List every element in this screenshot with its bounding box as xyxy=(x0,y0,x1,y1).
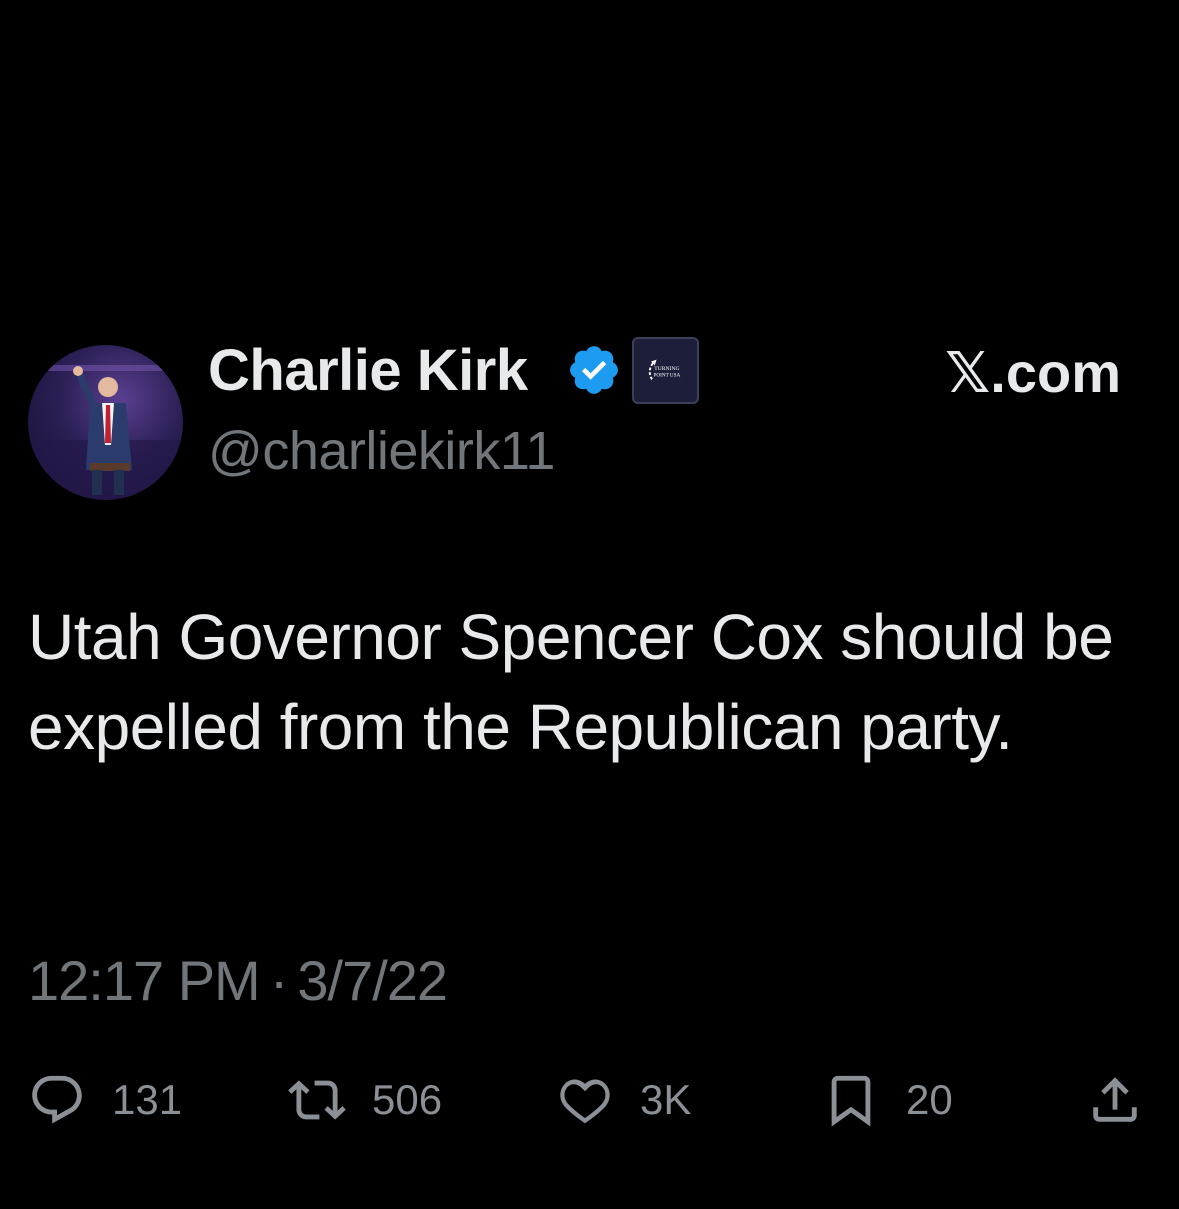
svg-text:TURNING: TURNING xyxy=(654,366,679,372)
tweet-card: Charlie Kirk TURNING POINT USA @charliek… xyxy=(0,0,1179,1209)
reply-icon xyxy=(28,1071,86,1129)
bookmark-button[interactable]: 20 xyxy=(822,1070,953,1130)
user-handle[interactable]: @charliekirk11 xyxy=(208,420,555,482)
display-name[interactable]: Charlie Kirk xyxy=(208,338,528,404)
tweet-timestamp[interactable]: 12:17 PM · 3/7/22 xyxy=(28,948,448,1014)
retweet-icon xyxy=(288,1071,346,1129)
share-icon xyxy=(1086,1071,1144,1129)
x-com-label: 𝕏.com xyxy=(945,341,1121,404)
tweet-time: 12:17 PM xyxy=(28,949,261,1012)
like-count: 3K xyxy=(640,1076,692,1123)
svg-text:POINT USA: POINT USA xyxy=(654,373,681,379)
tweet-date: 3/7/22 xyxy=(297,949,448,1012)
like-button[interactable]: 3K xyxy=(556,1070,691,1130)
timestamp-separator: · xyxy=(269,949,289,1012)
tweet-text: Utah Governor Spencer Cox should be expe… xyxy=(28,601,1114,763)
reply-count: 131 xyxy=(112,1076,183,1123)
avatar[interactable] xyxy=(28,345,183,500)
turning-point-usa-logo[interactable]: TURNING POINT USA xyxy=(632,337,699,404)
share-button[interactable] xyxy=(1086,1070,1144,1130)
verified-badge-icon[interactable] xyxy=(566,342,622,398)
bookmark-count: 20 xyxy=(906,1076,953,1123)
retweet-button[interactable]: 506 xyxy=(288,1070,442,1130)
heart-icon xyxy=(556,1071,614,1129)
retweet-count: 506 xyxy=(372,1076,443,1123)
bookmark-icon xyxy=(822,1071,880,1129)
reply-button[interactable]: 131 xyxy=(28,1070,182,1130)
